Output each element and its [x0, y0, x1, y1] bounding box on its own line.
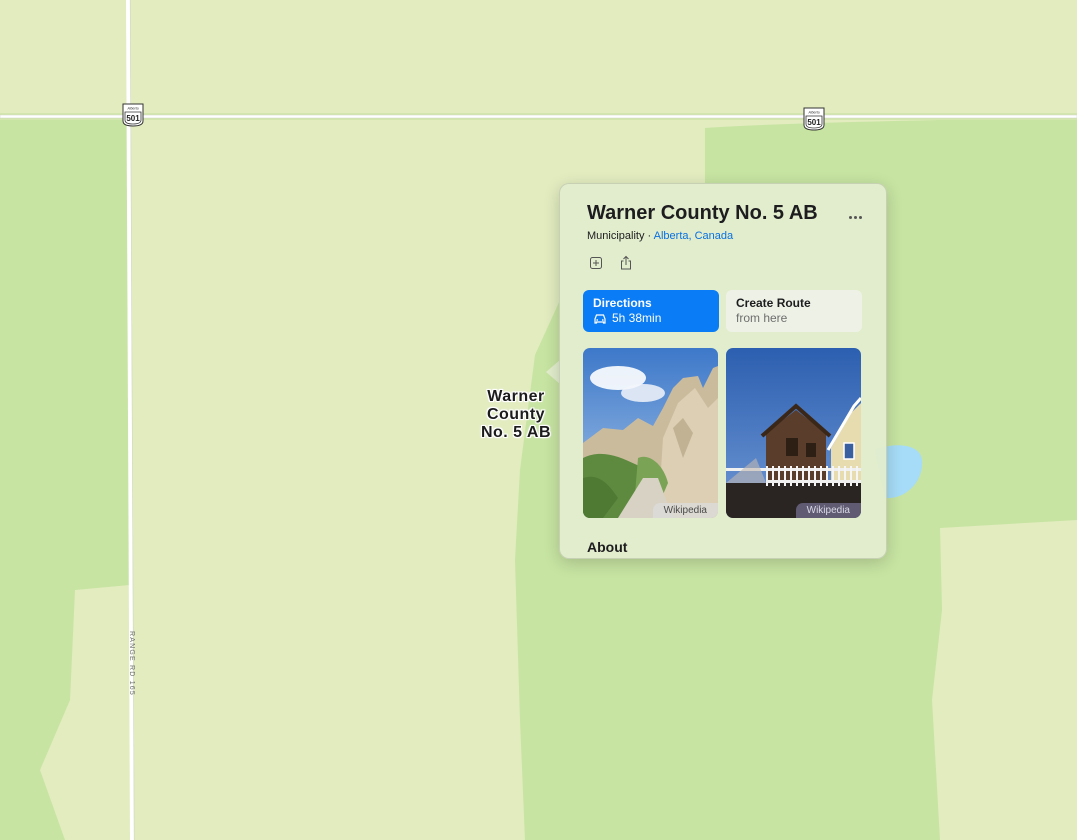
directions-label: Directions: [593, 296, 652, 310]
add-to-guide-button[interactable]: [588, 255, 604, 271]
shield-province: Alberta: [126, 107, 138, 111]
create-route-label: Create Route: [736, 296, 811, 310]
place-card: Warner County No. 5 AB Municipality · Al…: [559, 183, 887, 559]
photo-house-image: [726, 348, 861, 518]
place-label-line: No. 5 AB: [480, 424, 552, 441]
create-route-button[interactable]: Create Route from here: [726, 290, 862, 332]
directions-button[interactable]: Directions 5h 38min: [583, 290, 719, 332]
highway-shield-501-east[interactable]: Alberta 501: [803, 107, 825, 131]
land-left: [0, 118, 130, 840]
photo-hoodoos[interactable]: Wikipedia: [583, 348, 718, 518]
photo-source-badge: Wikipedia: [652, 503, 718, 518]
photo-house[interactable]: Wikipedia: [726, 348, 861, 518]
place-label-line: Warner: [487, 388, 545, 405]
shield-number: 501: [807, 118, 821, 127]
add-to-guide-icon: [590, 257, 602, 269]
more-icon-dot: [859, 216, 862, 219]
place-label-warner-county[interactable]: Warner County No. 5 AB: [462, 388, 570, 442]
share-button[interactable]: [618, 255, 634, 271]
subtitle-separator: ·: [644, 230, 654, 242]
popover-pointer: [546, 360, 560, 384]
place-subtitle: Municipality · Alberta, Canada: [587, 230, 733, 242]
about-heading: About: [587, 539, 628, 555]
more-icon-dot: [854, 216, 857, 219]
directions-travel-time-row: 5h 38min: [593, 310, 709, 327]
more-options-button[interactable]: [848, 206, 868, 219]
map-canvas[interactable]: Alberta 501 Alberta 501 RANGE RD 165 War…: [0, 0, 1077, 840]
photo-source-badge: Wikipedia: [795, 503, 861, 518]
road-label-range-rd-165: RANGE RD 165: [128, 631, 135, 696]
share-icon: [621, 255, 631, 270]
photo-hoodoos-image: [583, 348, 718, 518]
place-label-line: County: [486, 406, 546, 423]
more-icon: [849, 216, 852, 219]
shield-number: 501: [126, 114, 140, 123]
road-horizontal: [0, 114, 1077, 119]
car-icon: [594, 313, 606, 324]
shield-province: Alberta: [807, 111, 819, 115]
create-route-sublabel: from here: [736, 311, 788, 325]
place-category: Municipality: [587, 230, 645, 242]
highway-shield-501-west[interactable]: Alberta 501: [122, 103, 144, 127]
place-title: Warner County No. 5 AB: [587, 202, 818, 224]
directions-travel-time: 5h 38min: [612, 311, 662, 325]
location-link[interactable]: Alberta, Canada: [654, 230, 734, 242]
